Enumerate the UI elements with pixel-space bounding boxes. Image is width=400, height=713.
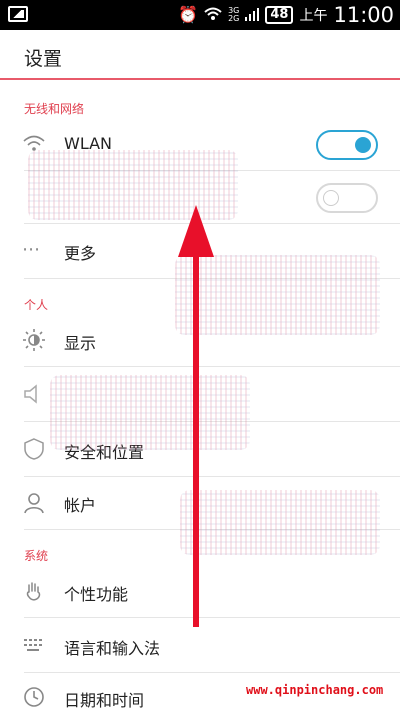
settings-item-personalize[interactable]: 个性功能 [0,565,400,617]
settings-item-label: 显示 [64,334,97,353]
settings-item-label: 帐户 [64,496,97,515]
wlan-toggle[interactable] [316,130,378,160]
swipe-up-arrow-icon [178,205,214,257]
app-header: 设置 [0,30,400,80]
page-title: 设置 [24,48,63,70]
section-personal: 个人 [24,298,49,312]
settings-item-language[interactable]: 语言和输入法 [0,618,400,672]
swipe-arrow-shaft [193,235,199,627]
clock-ampm: 上午 [299,8,328,24]
toggle-knob [355,137,371,153]
clock-icon [22,685,46,709]
watermark: www.qinpinchang.com [246,683,384,697]
network-type-indicator: 3G 2G [228,7,239,23]
header-divider [0,78,400,80]
toggle-knob [323,190,339,206]
obscured-region [50,375,250,450]
keyboard-icon [22,633,46,657]
settings-item-label: 个性功能 [64,585,129,604]
network-type-bottom: 2G [228,14,240,23]
more-dots-icon: ⋯ [22,239,40,260]
status-bar: ⏰ 3G 2G 48 上午 11:00 [0,0,400,30]
brightness-icon [22,328,46,352]
cell-signal-icon [245,7,260,24]
gallery-notification-icon [8,6,28,22]
obscured-region [175,255,380,335]
settings-item-label: 更多 [64,244,97,263]
alarm-icon: ⏰ [178,5,199,24]
settings-item-label: 日期和时间 [64,691,145,710]
section-system: 系统 [24,549,49,563]
status-indicators: ⏰ 3G 2G 48 上午 11:00 [178,0,394,30]
section-wireless: 无线和网络 [24,102,85,116]
clock-time: 11:00 [333,3,394,27]
settings-item-label: 语言和输入法 [64,639,161,658]
obscured-region [180,490,380,555]
speaker-icon [22,382,46,406]
bluetooth-toggle[interactable] [316,183,378,213]
person-icon [22,491,46,515]
shield-icon [22,437,46,461]
battery-level: 48 [265,6,294,24]
wifi-signal-icon [204,7,222,24]
hand-gesture-icon [22,579,46,603]
